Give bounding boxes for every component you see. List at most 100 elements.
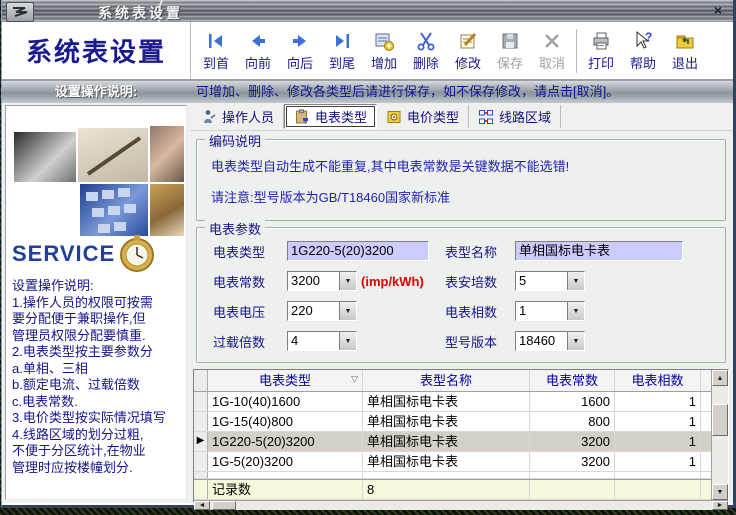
button-label: 修改	[455, 53, 481, 72]
modify-button[interactable]: 修改	[447, 26, 489, 76]
notice-bar: 可增加、删除、修改各类型后请进行保存，如不保存修改，请点击[取消]。	[190, 81, 733, 103]
phase-label: 电表相数	[445, 302, 515, 321]
sidebar-header: 设置操作说明:	[2, 81, 190, 103]
button-label: 帮助	[630, 53, 656, 72]
chevron-down-icon[interactable]: ▼	[567, 332, 584, 350]
pens-image	[150, 126, 184, 182]
cell-constant: 800	[530, 412, 615, 431]
tab-panel: 编码说明 电表类型自动生成不能重复,其中电表常数是关键数据不能选错! 请注意:型…	[190, 131, 733, 503]
exit-button[interactable]: 退出	[664, 26, 706, 76]
keyboard-image	[80, 184, 148, 236]
row-indicator	[194, 412, 208, 431]
next-record-button[interactable]: 向后	[279, 26, 321, 76]
group-title: 编码说明	[205, 131, 265, 150]
arrow-left-icon	[247, 30, 269, 52]
cell-model-name: 单相国标电卡表	[363, 392, 530, 411]
cell-model-name: 单相国标电卡表	[363, 452, 530, 471]
voltage-combo[interactable]: 220▼	[287, 301, 357, 321]
table-row-selected[interactable]: ▶ 1G220-5(20)3200 单相国标电卡表 3200 1	[194, 432, 711, 452]
column-header[interactable]: 电表常数	[530, 370, 615, 391]
table-row[interactable]: 1G-10(40)1600 单相国标电卡表 1600 1	[194, 392, 711, 412]
column-header[interactable]: 电表类型▽	[208, 370, 363, 391]
tab-operators[interactable]: 操作人员	[192, 105, 284, 128]
tab-price-types[interactable]: 电价类型	[377, 105, 469, 128]
cell-spacer	[701, 392, 711, 411]
column-header[interactable]: 表型名称	[363, 370, 530, 391]
meter-type-label: 电表类型	[213, 242, 287, 261]
title-bar: 系统表设置 ×	[2, 0, 733, 22]
app-window: 系统表设置 × 系统表设置 到首 向前 向后 到尾 增加	[1, 0, 736, 508]
last-record-button[interactable]: 到尾	[321, 26, 363, 76]
cell-meter-type: 1G-10(40)1600	[208, 392, 363, 411]
scroll-up-icon[interactable]: ▲	[712, 370, 728, 386]
meter-constant-combo[interactable]: 3200▼	[287, 271, 357, 291]
print-button[interactable]: 打印	[580, 26, 622, 76]
button-label: 保存	[497, 53, 523, 72]
cell-spacer	[701, 412, 711, 431]
sort-icon[interactable]: ▽	[351, 375, 358, 384]
record-count-value: 8	[363, 480, 530, 499]
button-label: 向后	[287, 53, 313, 72]
tab-label: 线路区域	[499, 107, 551, 126]
edit-note-icon	[457, 30, 479, 52]
prev-record-button[interactable]: 向前	[237, 26, 279, 76]
model-version-combo[interactable]: 18460▼	[515, 331, 585, 351]
org-chart-icon	[478, 109, 494, 125]
tab-label: 电价类型	[407, 107, 459, 126]
scroll-right-icon[interactable]: ►	[712, 501, 728, 510]
page-title: 系统表设置	[2, 22, 191, 79]
cell-spacer	[701, 432, 711, 451]
button-label: 向前	[245, 53, 271, 72]
tab-line-areas[interactable]: 线路区域	[469, 105, 561, 128]
row-indicator	[194, 392, 208, 411]
add-record-icon	[373, 30, 395, 52]
help-button[interactable]: ? 帮助	[622, 26, 664, 76]
meter-type-field[interactable]: 1G220-5(20)3200	[287, 241, 429, 261]
chevron-down-icon[interactable]: ▼	[567, 302, 584, 320]
vertical-scrollbar[interactable]: ▲ ▼	[711, 370, 728, 500]
table-header-row: 电表类型▽ 表型名称 电表常数 电表相数	[194, 370, 711, 392]
first-record-button[interactable]: 到首	[195, 26, 237, 76]
horizontal-scrollbar[interactable]: ◄ ►	[194, 500, 728, 510]
add-button[interactable]: 增加	[363, 26, 405, 76]
column-header[interactable]: 电表相数	[615, 370, 701, 391]
chevron-down-icon[interactable]: ▼	[567, 272, 584, 290]
model-name-label: 表型名称	[445, 242, 515, 261]
vertical-scroll-thumb[interactable]	[712, 404, 728, 436]
model-name-field[interactable]: 单相国标电卡表	[515, 241, 683, 261]
phase-combo[interactable]: 1▼	[515, 301, 585, 321]
scroll-left-icon[interactable]: ◄	[194, 501, 210, 510]
chevron-down-icon[interactable]: ▼	[339, 272, 356, 290]
tab-meter-types[interactable]: 电表类型	[284, 104, 377, 129]
cancel-button[interactable]: 取消	[531, 26, 573, 76]
coding-notes-group: 编码说明 电表类型自动生成不能重复,其中电表常数是关键数据不能选错! 请注意:型…	[196, 139, 726, 221]
overload-combo[interactable]: 4▼	[287, 331, 357, 351]
tab-bar: 操作人员 电表类型 电价类型 线路区域	[190, 103, 733, 131]
cell-phase: 1	[615, 452, 701, 471]
cell-phase: 1	[615, 392, 701, 411]
sidebar-body: SERVICE 设置操作说明: 1.操作人员的权限可按需 要分配便于兼职操作,但…	[5, 105, 187, 500]
close-button[interactable]: ×	[709, 2, 727, 19]
save-button[interactable]: 保存	[489, 26, 531, 76]
table-row[interactable]: 1G-5(20)3200 单相国标电卡表 3200 1	[194, 452, 711, 472]
horizontal-scroll-thumb[interactable]	[212, 501, 236, 510]
meter-params-group: 电表参数 电表类型 1G220-5(20)3200 表型名称 单相国标电卡表 电…	[196, 227, 726, 363]
cell-phase: 1	[615, 432, 701, 451]
delete-button[interactable]: 删除	[405, 26, 447, 76]
chevron-down-icon[interactable]: ▼	[339, 332, 356, 350]
cell-constant: 1600	[530, 392, 615, 411]
record-count-row: 记录数 8	[194, 479, 711, 500]
chevron-down-icon[interactable]: ▼	[339, 302, 356, 320]
cell-constant: 3200	[530, 452, 615, 471]
sidebar: 设置操作说明: SERVICE 设置操作说明: 1.操	[2, 81, 190, 503]
button-label: 删除	[413, 53, 439, 72]
table-row[interactable]: 1G-15(40)800 单相国标电卡表 800 1	[194, 412, 711, 432]
group-title: 电表参数	[205, 219, 265, 238]
arrow-right-icon	[289, 30, 311, 52]
ampere-combo[interactable]: 5▼	[515, 271, 585, 291]
ampere-label: 表安培数	[445, 272, 515, 291]
scroll-down-icon[interactable]: ▼	[712, 484, 728, 500]
current-row-marker: ▶	[194, 432, 208, 451]
coding-note-line2: 请注意:型号版本为GB/T18460国家新标准	[197, 187, 725, 206]
help-cursor-icon: ?	[632, 30, 654, 52]
